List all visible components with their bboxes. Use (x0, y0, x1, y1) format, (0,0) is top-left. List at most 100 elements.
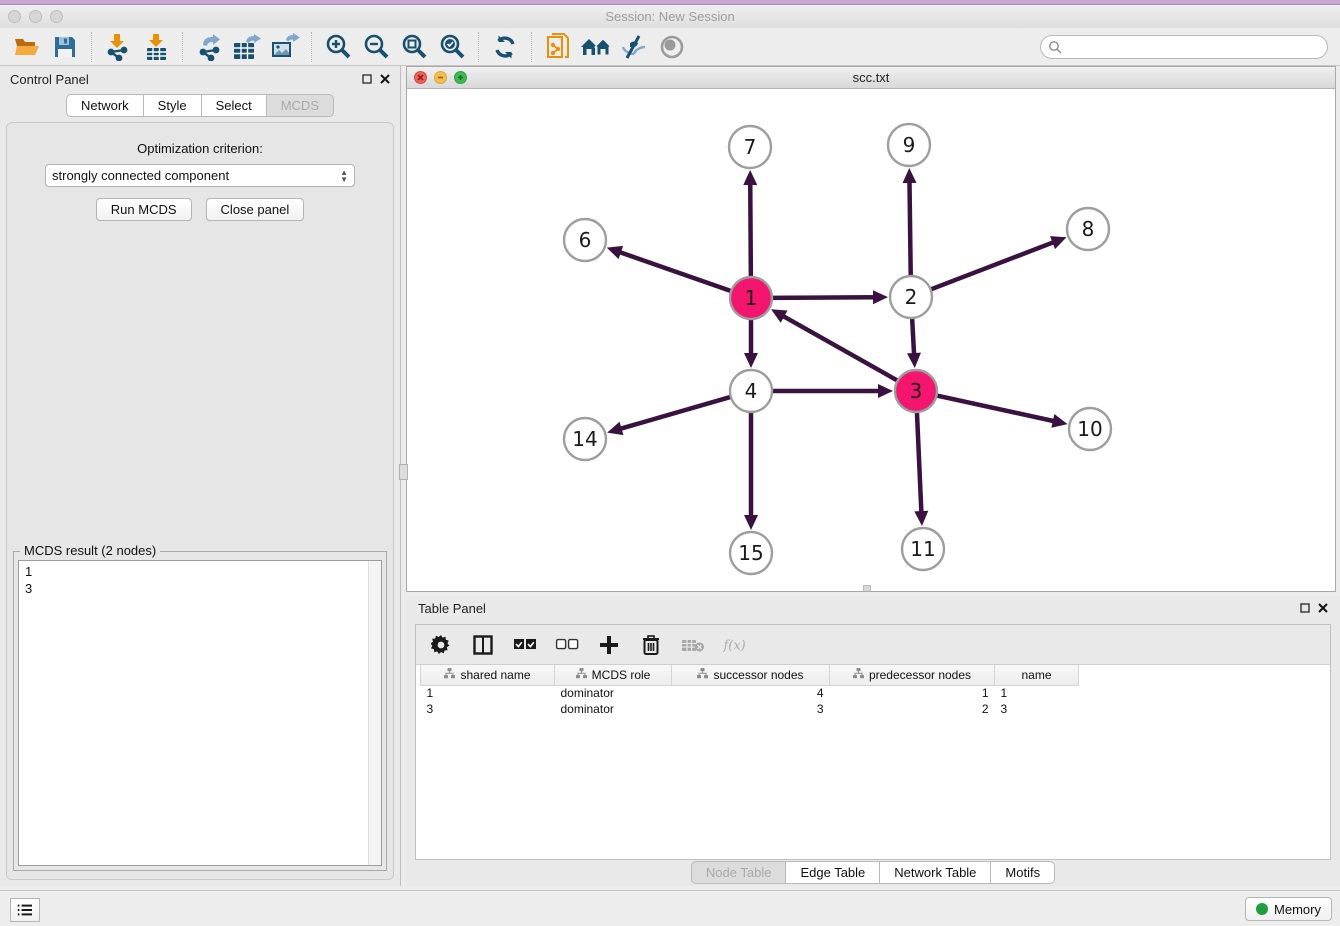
column-header-predecessor-nodes[interactable]: predecessor nodes (830, 665, 995, 685)
edge-arrowhead (607, 422, 623, 435)
clone-network-icon[interactable] (541, 32, 575, 62)
export-network-icon[interactable] (192, 32, 226, 62)
edge-arrowhead (903, 168, 917, 183)
export-image-icon[interactable] (268, 32, 302, 62)
close-panel-button[interactable]: Close panel (206, 198, 305, 221)
column-label: name (1021, 668, 1051, 682)
select-all-columns-icon[interactable] (512, 632, 538, 658)
edge-1-7[interactable] (750, 181, 751, 279)
table-panel: Table Panel f(x) shared nameMCDS rolesuc… (406, 596, 1340, 886)
delete-column-icon[interactable] (638, 632, 664, 658)
tab-edge-table[interactable]: Edge Table (786, 861, 880, 884)
network-canvas[interactable]: 7968124314101511 (407, 89, 1335, 591)
shared-column-icon (697, 668, 708, 682)
show-all-icon[interactable] (655, 32, 689, 62)
shared-column-icon (853, 668, 864, 682)
open-session-icon[interactable] (10, 32, 44, 62)
close-table-panel-icon[interactable] (1318, 603, 1328, 613)
table-panel-title: Table Panel (418, 601, 486, 616)
save-session-icon[interactable] (48, 32, 82, 62)
node-label-14: 14 (572, 427, 597, 451)
task-history-button[interactable] (10, 898, 40, 922)
refresh-icon[interactable] (488, 32, 522, 62)
search-box (1040, 35, 1328, 59)
edge-3-1[interactable] (781, 315, 900, 382)
mcds-panel: Optimization criterion: strongly connect… (6, 122, 394, 880)
toolbar-separator (182, 32, 183, 62)
node-label-4: 4 (745, 379, 758, 403)
edge-1-2[interactable] (770, 297, 877, 298)
node-label-9: 9 (903, 133, 916, 157)
canvas-resize-grip[interactable] (863, 585, 871, 591)
node-table-container: f(x) shared nameMCDS rolesuccessor nodes… (415, 624, 1331, 860)
edge-4-14[interactable] (618, 396, 733, 429)
import-table-icon[interactable] (139, 32, 173, 62)
table-cell[interactable]: 1 (995, 685, 1079, 701)
edge-2-3[interactable] (912, 316, 914, 357)
close-panel-icon[interactable] (380, 74, 390, 84)
select-stepper-icon: ▲▼ (340, 169, 348, 183)
mcds-result-scrollbar[interactable] (368, 561, 381, 865)
main-toolbar (0, 28, 1340, 66)
zoom-in-icon[interactable] (321, 32, 355, 62)
edge-arrowhead (744, 353, 758, 368)
zoom-fit-icon[interactable] (397, 32, 431, 62)
table-cell[interactable]: 3 (421, 701, 555, 717)
table-cell[interactable]: 2 (830, 701, 995, 717)
panel-divider-grip[interactable] (399, 464, 408, 480)
edge-2-8[interactable] (929, 241, 1057, 290)
tab-style[interactable]: Style (144, 94, 202, 117)
table-toolbar: f(x) (416, 625, 1330, 665)
edge-3-11[interactable] (917, 410, 922, 515)
import-network-icon[interactable] (101, 32, 135, 62)
control-panel-title: Control Panel (10, 72, 89, 87)
tab-mcds[interactable]: MCDS (267, 94, 334, 117)
tab-node-table[interactable]: Node Table (691, 861, 787, 884)
zoom-selected-icon[interactable] (435, 32, 469, 62)
tab-network[interactable]: Network (66, 94, 144, 117)
network-window-titlebar: scc.txt (407, 67, 1335, 89)
table-row[interactable]: 1dominator411 (421, 685, 1079, 701)
table-cell[interactable]: 1 (421, 685, 555, 701)
edge-1-6[interactable] (617, 251, 733, 292)
edge-arrowhead (607, 246, 623, 259)
table-cell[interactable]: 3 (672, 701, 830, 717)
column-header-name[interactable]: name (995, 665, 1079, 685)
run-mcds-button[interactable]: Run MCDS (96, 198, 192, 221)
export-table-icon[interactable] (230, 32, 264, 62)
table-cell[interactable]: dominator (555, 685, 672, 701)
zoom-out-icon[interactable] (359, 32, 393, 62)
unselect-all-columns-icon[interactable] (554, 632, 580, 658)
node-table: shared nameMCDS rolesuccessor nodesprede… (420, 665, 1079, 717)
add-column-icon[interactable] (596, 632, 622, 658)
tab-select[interactable]: Select (202, 94, 267, 117)
edge-3-10[interactable] (935, 395, 1057, 422)
node-label-7: 7 (744, 135, 757, 159)
control-panel-header: Control Panel (0, 66, 400, 92)
node-label-10: 10 (1077, 417, 1102, 441)
table-cell[interactable]: 1 (830, 685, 995, 701)
home-layout-icon[interactable] (579, 32, 613, 62)
memory-button[interactable]: Memory (1245, 897, 1332, 921)
optimization-criterion-label: Optimization criterion: (7, 141, 393, 156)
tab-motifs[interactable]: Motifs (991, 861, 1055, 884)
table-cell[interactable]: 3 (995, 701, 1079, 717)
table-row[interactable]: 3dominator323 (421, 701, 1079, 717)
split-columns-icon[interactable] (470, 632, 496, 658)
float-panel-icon[interactable] (362, 74, 372, 84)
edge-2-9[interactable] (909, 179, 910, 278)
float-table-panel-icon[interactable] (1300, 603, 1310, 613)
criterion-select[interactable]: strongly connected component ▲▼ (45, 164, 355, 187)
mcds-result-line: 1 (25, 563, 381, 580)
tab-network-table[interactable]: Network Table (880, 861, 991, 884)
column-header-successor-nodes[interactable]: successor nodes (672, 665, 830, 685)
node-label-2: 2 (905, 285, 918, 309)
column-header-MCDS-role[interactable]: MCDS role (555, 665, 672, 685)
gear-icon[interactable] (428, 632, 454, 658)
search-input[interactable] (1040, 35, 1328, 59)
column-header-shared-name[interactable]: shared name (421, 665, 555, 685)
table-cell[interactable]: dominator (555, 701, 672, 717)
hide-selected-icon[interactable] (617, 32, 651, 62)
table-cell[interactable]: 4 (672, 685, 830, 701)
mcds-result-list[interactable]: 13 (18, 560, 382, 866)
